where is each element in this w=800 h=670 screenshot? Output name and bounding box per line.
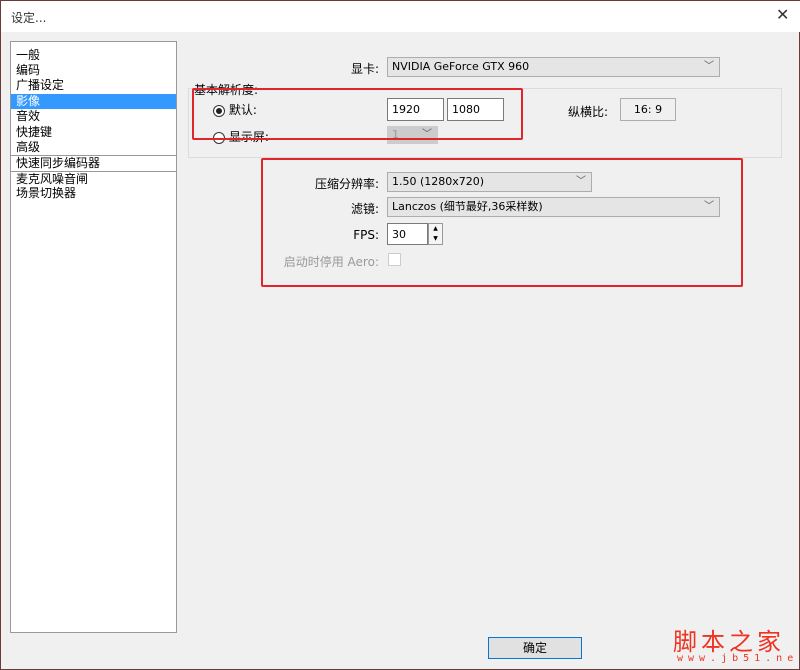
window-title: 设定... [11,9,46,26]
title-bar [1,1,800,32]
sidebar-item-noise-gate[interactable]: 麦克风噪音闸 [11,171,176,187]
sidebar-item-encoding[interactable]: 编码 [11,63,176,78]
gpu-value: NVIDIA GeForce GTX 960 [392,60,529,73]
close-icon[interactable]: ✕ [776,5,789,24]
chevron-down-icon: ﹀ [704,58,714,76]
sidebar-item-video[interactable]: 影像 [11,94,176,109]
gpu-label: 显卡: [301,60,379,77]
sidebar-item-broadcast[interactable]: 广播设定 [11,78,176,93]
highlight-box-output [261,158,743,287]
settings-category-list[interactable]: 一般 编码 广播设定 影像 音效 快捷键 高级 快速同步编码器 麦克风噪音闸 场… [10,41,177,633]
aspect-label: 纵横比: [568,103,608,120]
sidebar-item-advanced[interactable]: 高级 [11,140,176,155]
sidebar-item-audio[interactable]: 音效 [11,109,176,124]
watermark-logo: 脚本之家 [673,622,785,657]
watermark-url: www.jb51.net [677,653,800,664]
sidebar-item-general[interactable]: 一般 [11,48,176,63]
sidebar-item-hotkeys[interactable]: 快捷键 [11,125,176,140]
ok-button[interactable]: 确定 [488,637,582,659]
sidebar-item-scene-switcher[interactable]: 场景切换器 [11,186,176,201]
gpu-select[interactable]: NVIDIA GeForce GTX 960 ﹀ [387,57,720,77]
sidebar-item-quicksync[interactable]: 快速同步编码器 [11,155,176,171]
highlight-box-resolution [192,88,523,140]
aspect-value: 16: 9 [620,98,676,121]
